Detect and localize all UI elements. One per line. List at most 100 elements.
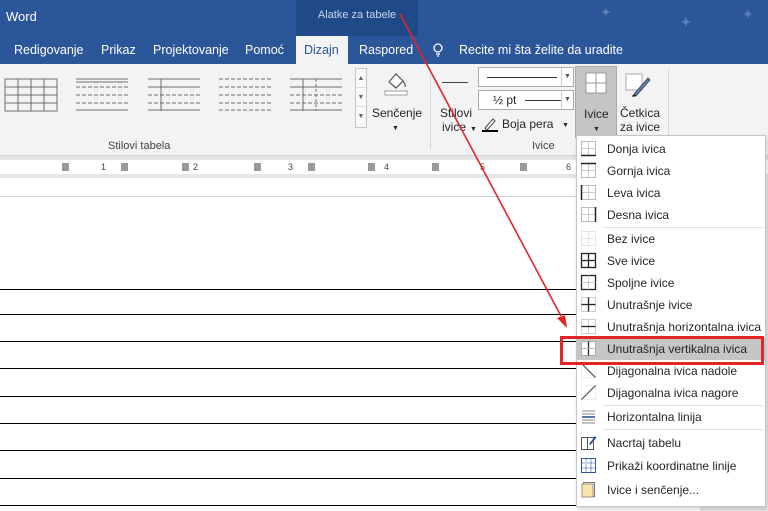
- chevron-down-icon[interactable]: ▼: [561, 91, 573, 109]
- border-painter-button[interactable]: Četkica za ivice: [618, 68, 662, 138]
- line-weight-value: ½ pt: [493, 93, 517, 107]
- border-right-icon: [581, 207, 597, 222]
- chevron-down-icon: ▼: [392, 125, 399, 132]
- ruler-number: 5: [480, 162, 486, 172]
- view-gridlines-icon: [581, 458, 596, 473]
- table-style-thumbnail[interactable]: [73, 76, 129, 112]
- gallery-down-icon[interactable]: ▼: [356, 88, 366, 107]
- draw-table-icon: [581, 436, 597, 450]
- column-marker-icon[interactable]: [520, 163, 527, 171]
- ruler-number: 2: [193, 162, 199, 172]
- menu-item-label: Dijagonalna ivica nagore: [607, 386, 739, 400]
- gallery-more-icon[interactable]: ▼: [356, 107, 366, 126]
- column-marker-icon[interactable]: [182, 163, 189, 171]
- no-border-icon: [581, 231, 596, 246]
- border-bottom-icon: [581, 141, 596, 157]
- menu-item-right-border[interactable]: Desna ivica: [577, 204, 765, 226]
- menu-item-bottom-border[interactable]: Donja ivica: [577, 138, 765, 160]
- column-marker-icon[interactable]: [121, 163, 128, 171]
- menu-item-top-border[interactable]: Gornja ivica: [577, 160, 765, 182]
- column-marker-icon[interactable]: [432, 163, 439, 171]
- bird-decoration-icon: ✦: [680, 14, 692, 30]
- menu-item-label: Dijagonalna ivica nadole: [607, 364, 738, 378]
- border-top-icon: [581, 162, 596, 178]
- menu-item-horizontal-line[interactable]: Horizontalna linija: [577, 406, 765, 428]
- menu-item-label: Gornja ivica: [607, 164, 671, 178]
- menu-item-inside-horizontal-border[interactable]: Unutrašnja horizontalna ivica: [577, 316, 765, 338]
- column-marker-icon[interactable]: [308, 163, 315, 171]
- table-styles-group-label: Stilovi tabela: [108, 140, 171, 152]
- column-marker-icon[interactable]: [368, 163, 375, 171]
- menu-item-view-gridlines[interactable]: Prikaži koordinatne linije: [577, 455, 765, 477]
- menu-item-label: Desna ivica: [607, 208, 670, 222]
- chevron-down-icon: ▼: [562, 122, 569, 129]
- border-painter-icon: [625, 73, 651, 97]
- ruler-number: 4: [384, 162, 390, 172]
- border-painter-label-line1: Četkica: [620, 106, 661, 120]
- borders-group-label: Ivice: [532, 140, 555, 152]
- column-marker-icon[interactable]: [254, 163, 261, 171]
- pen-icon: [482, 118, 498, 132]
- border-left-icon: [580, 185, 596, 200]
- inside-borders-icon: [581, 297, 596, 312]
- borders-label: Ivice: [584, 107, 609, 121]
- border-styles-label-line2: ivice: [442, 120, 467, 134]
- borders-icon: [585, 72, 607, 94]
- outside-borders-icon: [580, 274, 597, 291]
- table-style-thumbnail[interactable]: [287, 76, 343, 112]
- menu-item-diagonal-up-border[interactable]: Dijagonalna ivica nagore: [577, 382, 765, 404]
- gallery-up-icon[interactable]: ▲: [356, 69, 366, 88]
- line-weight-combo[interactable]: ½ pt ▼: [478, 90, 574, 110]
- styles-gallery-scroll[interactable]: ▲ ▼ ▼: [355, 68, 367, 128]
- menu-item-borders-and-shading[interactable]: Ivice i senčenje...: [577, 479, 765, 501]
- menu-item-label: Leva ivica: [607, 186, 661, 200]
- menu-item-label: Ivice i senčenje...: [607, 483, 700, 497]
- tab-pomoc[interactable]: Pomoć: [237, 36, 292, 64]
- pen-color-button[interactable]: Boja pera ▼: [482, 114, 572, 134]
- borders-dropdown-menu: Donja ivica Gornja ivica Leva ivica Desn…: [576, 135, 766, 507]
- inside-horizontal-border-icon: [581, 319, 596, 334]
- group-separator: [430, 68, 431, 150]
- border-style-line-icon: [442, 82, 468, 83]
- menu-item-label: Nacrtaj tabelu: [607, 436, 682, 450]
- chevron-down-icon: ▼: [470, 126, 477, 133]
- menu-item-label: Prikaži koordinatne linije: [607, 459, 737, 473]
- table-style-thumbnail[interactable]: [145, 76, 201, 112]
- pen-color-label: Boja pera: [502, 117, 554, 131]
- app-name: Word: [6, 9, 37, 24]
- menu-item-outside-borders[interactable]: Spoljne ivice: [577, 272, 765, 294]
- ruler-number: 3: [288, 162, 294, 172]
- menu-item-label: Bez ivice: [607, 232, 656, 246]
- horizontal-line-icon: [582, 410, 595, 424]
- shading-label: Senčenje: [372, 106, 423, 120]
- ribbon-tab-row: Redigovanje Prikaz Projektovanje Pomoć D…: [0, 36, 768, 64]
- menu-item-no-border[interactable]: Bez ivice: [577, 228, 765, 250]
- column-marker-icon[interactable]: [62, 163, 69, 171]
- tab-dizajn[interactable]: Dizajn: [296, 36, 348, 64]
- lightbulb-icon: [433, 43, 443, 57]
- chevron-down-icon[interactable]: ▼: [561, 68, 573, 86]
- tab-raspored[interactable]: Raspored: [351, 36, 421, 64]
- menu-item-label: Horizontalna linija: [607, 410, 702, 424]
- menu-item-all-borders[interactable]: Sve ivice: [577, 250, 765, 272]
- tab-prikaz[interactable]: Prikaz: [93, 36, 144, 64]
- tab-projektovanje[interactable]: Projektovanje: [145, 36, 237, 64]
- borders-button[interactable]: Ivice ▼: [575, 66, 617, 138]
- menu-item-left-border[interactable]: Leva ivica: [577, 182, 765, 204]
- context-group-label: Alatke za tabele: [317, 9, 397, 21]
- line-style-preview: [487, 77, 557, 78]
- title-bar: Word Alatke za tabele ✦ ✦ ✦: [0, 0, 768, 36]
- menu-item-draw-table[interactable]: Nacrtaj tabelu: [577, 432, 765, 454]
- menu-item-inside-borders[interactable]: Unutrašnje ivice: [577, 294, 765, 316]
- border-styles-button[interactable]: Stilovi ivice ▼: [440, 68, 478, 140]
- highlight-box: [560, 336, 764, 365]
- shading-button[interactable]: Senčenje ▼: [370, 68, 422, 134]
- table-style-thumbnail[interactable]: [216, 76, 272, 112]
- border-styles-label-line1: Stilovi: [440, 106, 473, 120]
- line-style-combo[interactable]: ▼: [478, 67, 574, 87]
- table-style-thumbnail[interactable]: [2, 76, 58, 112]
- menu-item-label: Donja ivica: [607, 142, 666, 156]
- tab-redigovanje[interactable]: Redigovanje: [6, 36, 92, 64]
- menu-item-label: Unutrašnje ivice: [607, 298, 693, 312]
- all-borders-icon: [580, 252, 597, 269]
